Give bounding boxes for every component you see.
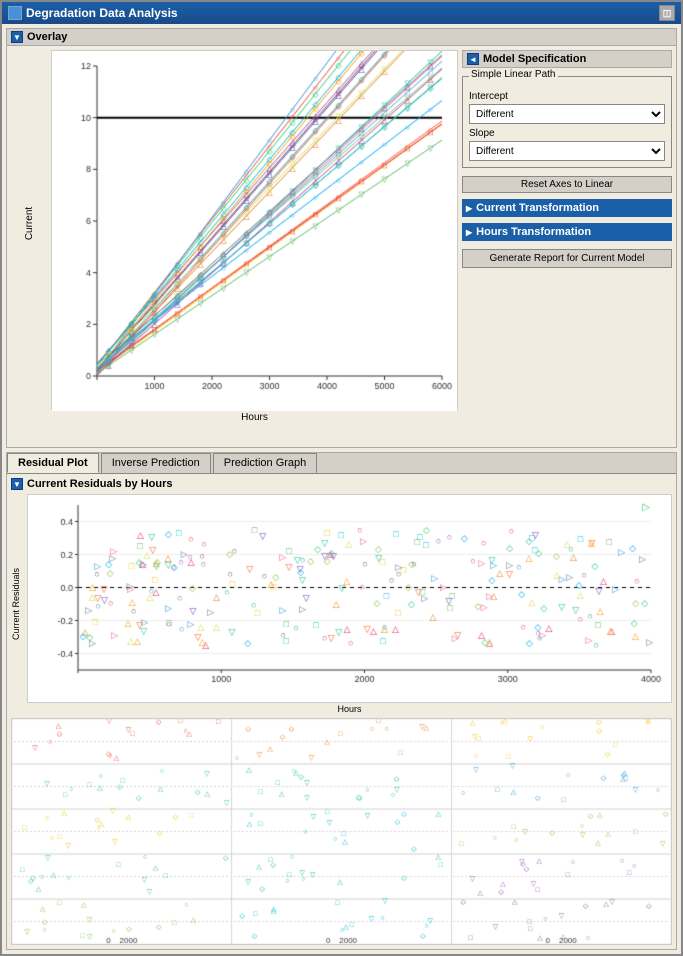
title-bar: Degradation Data Analysis ◫	[2, 2, 681, 24]
hours-transform-row[interactable]: ▶ Hours Transformation	[462, 223, 672, 241]
residual-x-label: Hours	[27, 704, 672, 714]
model-spec-title: Model Specification	[483, 53, 586, 65]
residual-title: Current Residuals by Hours	[27, 478, 172, 490]
intercept-label: Intercept	[469, 91, 665, 102]
residual-plot-flex: Hours	[27, 494, 672, 714]
model-spec-panel: ◄ Model Specification Simple Linear Path…	[462, 50, 672, 453]
tab-inverse-prediction[interactable]: Inverse Prediction	[101, 453, 211, 473]
tab-content: ▼ Current Residuals by Hours Current Res…	[7, 474, 676, 949]
bottom-section: Residual Plot Inverse Prediction Predict…	[6, 452, 677, 950]
reset-axes-button[interactable]: Reset Axes to Linear	[462, 176, 672, 193]
main-plot-area	[51, 50, 458, 410]
slope-select[interactable]: Different Same	[469, 141, 665, 161]
overlay-content: Current Hours ◄ Model Specification Simp…	[7, 46, 676, 457]
generate-report-button[interactable]: Generate Report for Current Model	[462, 249, 672, 268]
current-transform-label: Current Transformation	[476, 202, 599, 214]
residual-plot-area	[27, 494, 672, 703]
x-axis-label: Hours	[51, 412, 458, 423]
current-transform-row[interactable]: ▶ Current Transformation	[462, 199, 672, 217]
residual-collapse-btn[interactable]: ▼	[11, 478, 23, 490]
small-plots-canvas	[12, 719, 671, 944]
group-box-label: Simple Linear Path	[469, 69, 558, 80]
slope-label: Slope	[469, 128, 665, 139]
main-plot-canvas	[52, 51, 457, 411]
intercept-select[interactable]: Different Same	[469, 104, 665, 124]
current-transform-arrow: ▶	[466, 204, 472, 213]
hours-transform-label: Hours Transformation	[476, 226, 591, 238]
residual-main-container: Current Residuals Hours	[11, 494, 672, 714]
overlay-collapse-btn[interactable]: ▼	[11, 31, 23, 43]
residual-plot-canvas	[28, 495, 671, 690]
tab-residual-plot[interactable]: Residual Plot	[7, 453, 99, 473]
residual-y-label: Current Residuals	[11, 494, 25, 714]
overlay-section: ▼ Overlay Current Hours ◄ Model Specific…	[6, 28, 677, 448]
model-spec-collapse-btn[interactable]: ◄	[467, 53, 479, 65]
tab-bar: Residual Plot Inverse Prediction Predict…	[7, 453, 676, 474]
window-icon	[8, 6, 22, 20]
content-area: ▼ Overlay Current Hours ◄ Model Specific…	[2, 24, 681, 954]
tab-prediction-graph[interactable]: Prediction Graph	[213, 453, 318, 473]
restore-button[interactable]: ◫	[659, 5, 675, 21]
window-title: Degradation Data Analysis	[26, 6, 178, 20]
hours-transform-arrow: ▶	[466, 228, 472, 237]
simple-linear-path-box: Simple Linear Path Intercept Different S…	[462, 76, 672, 168]
model-spec-header: ◄ Model Specification	[462, 50, 672, 68]
small-plots-row	[11, 718, 672, 945]
overlay-title: Overlay	[27, 31, 67, 43]
overlay-header: ▼ Overlay	[7, 29, 676, 46]
residual-section-header: ▼ Current Residuals by Hours	[11, 478, 672, 490]
y-axis-label: Current	[24, 207, 35, 240]
main-window: Degradation Data Analysis ◫ ▼ Overlay Cu…	[0, 0, 683, 956]
main-plot-wrapper: Current Hours	[51, 50, 458, 423]
